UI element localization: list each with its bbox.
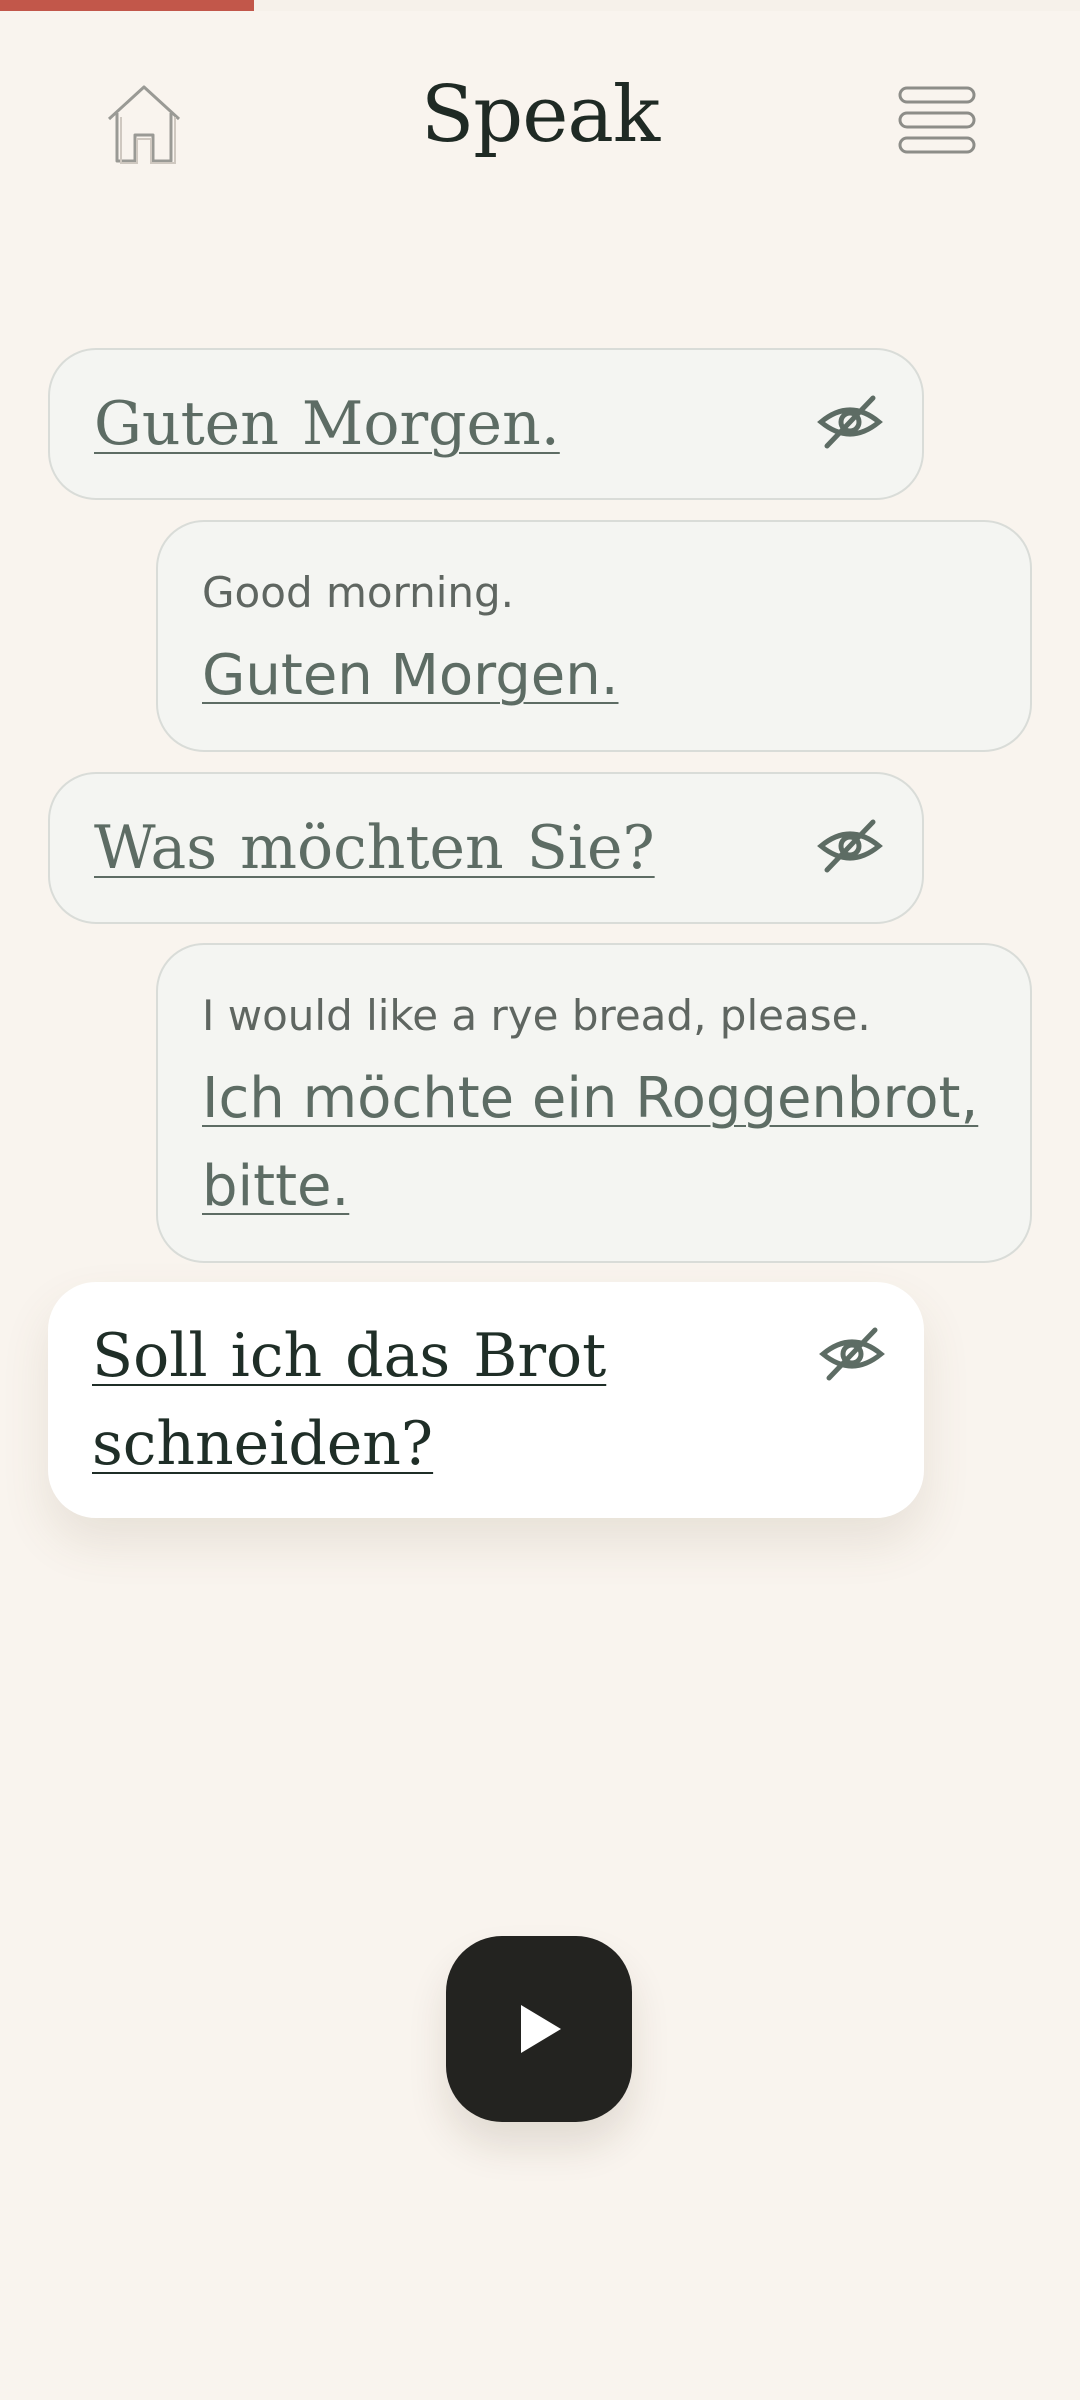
prompt-text[interactable]: Soll ich das Brot schneiden? xyxy=(92,1312,792,1488)
prompt-text[interactable]: Guten Morgen. xyxy=(94,380,794,468)
eye-slash-icon xyxy=(819,1327,885,1381)
hide-translation-button[interactable] xyxy=(816,1318,888,1390)
reply-bubble[interactable]: Good morning. Guten Morgen. xyxy=(156,520,1032,752)
prompt-text[interactable]: Was möchten Sie? xyxy=(94,804,794,892)
page-title: Speak xyxy=(420,70,660,160)
eye-slash-icon xyxy=(817,395,883,449)
play-icon xyxy=(521,2005,561,2053)
progress-bar xyxy=(0,0,1080,11)
play-button[interactable] xyxy=(446,1936,632,2122)
hide-translation-button[interactable] xyxy=(814,386,886,458)
home-button[interactable] xyxy=(96,74,192,170)
reply-bubble[interactable]: I would like a rye bread, please. Ich mö… xyxy=(156,943,1032,1263)
hide-translation-button[interactable] xyxy=(814,810,886,882)
header: Speak xyxy=(0,60,1080,180)
reply-german[interactable]: Guten Morgen. xyxy=(202,632,982,720)
prompt-bubble[interactable]: Guten Morgen. xyxy=(48,348,924,500)
active-prompt-bubble[interactable]: Soll ich das Brot schneiden? xyxy=(48,1282,924,1518)
reply-translation: Good morning. xyxy=(202,568,515,617)
reply-translation: I would like a rye bread, please. xyxy=(202,991,871,1040)
prompt-bubble[interactable]: Was möchten Sie? xyxy=(48,772,924,924)
home-icon xyxy=(107,85,181,164)
menu-button[interactable] xyxy=(888,80,988,160)
menu-icon xyxy=(898,86,976,154)
eye-slash-icon xyxy=(817,819,883,873)
reply-german[interactable]: Ich möchte ein Roggenbrot, bitte. xyxy=(202,1055,982,1231)
progress-bar-fill xyxy=(0,0,254,11)
